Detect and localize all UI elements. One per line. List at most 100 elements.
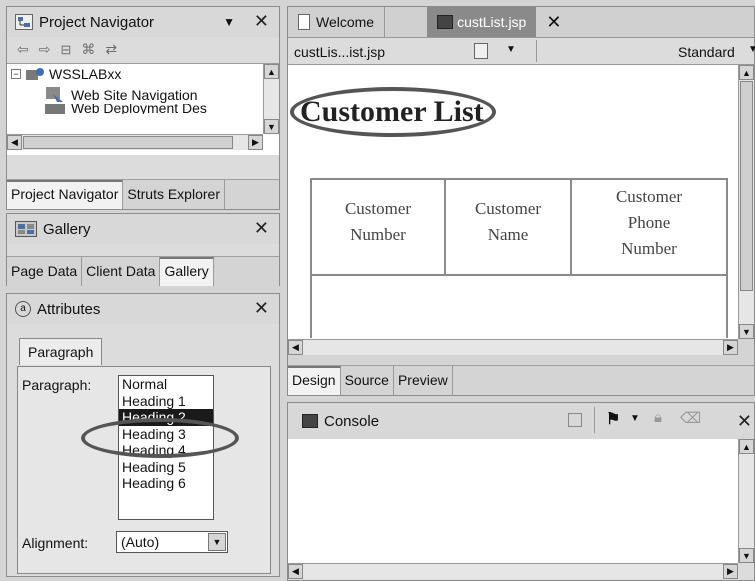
console-vertical-scrollbar[interactable]: ▲ ▼ (738, 439, 754, 563)
tab-source[interactable]: Source (341, 366, 394, 395)
dropdown-icon[interactable]: ▼ (208, 533, 226, 551)
tree-item-project[interactable]: − WSSLABxx (11, 66, 121, 82)
console-title: Console (324, 412, 380, 430)
scroll-left-icon[interactable]: ◀ (7, 135, 22, 150)
scroll-right-icon[interactable]: ▶ (723, 564, 738, 579)
tab-welcome[interactable]: Welcome (288, 7, 386, 37)
dropdown-icon[interactable]: ▼ (506, 44, 516, 55)
editor-pane: Welcome custList.jsp ✕ custLis...ist.jsp… (287, 6, 755, 396)
scroll-up-icon[interactable]: ▲ (264, 64, 279, 79)
scroll-down-icon[interactable]: ▼ (739, 324, 754, 339)
tab-design[interactable]: Design (288, 366, 341, 395)
console-titlebar: Console ⚑ ▼ 🔒︎ ⌫ ✕ (288, 403, 754, 439)
scroll-down-icon[interactable]: ▼ (739, 548, 754, 563)
sync-icon[interactable]: ⇄ (105, 41, 117, 58)
header-text: Customer (344, 199, 412, 218)
scroll-left-icon[interactable]: ◀ (288, 340, 303, 355)
alignment-label: Alignment: (22, 535, 89, 551)
clear-icon[interactable]: ⌫ (680, 409, 701, 427)
close-icon[interactable]: ✕ (737, 411, 752, 432)
list-option[interactable]: Normal (119, 376, 213, 393)
tree-collapse-icon[interactable]: − (11, 69, 21, 79)
scroll-right-icon[interactable]: ▶ (248, 135, 263, 150)
pin-icon[interactable] (568, 413, 582, 427)
list-option[interactable]: Heading 4 (119, 442, 213, 459)
close-icon[interactable]: ✕ (254, 218, 269, 239)
gallery-title: Gallery (43, 220, 91, 238)
tab-preview[interactable]: Preview (394, 366, 453, 395)
table-header-cell[interactable]: Customer Name (446, 180, 572, 274)
tree-vertical-scrollbar[interactable]: ▲ ▼ (263, 64, 279, 134)
list-option[interactable]: Heading 3 (119, 426, 213, 443)
editor-bottom-tabs: Design Source Preview (288, 365, 754, 395)
scroll-up-icon[interactable]: ▲ (739, 65, 754, 80)
display-console-icon[interactable]: ⚑ (606, 409, 620, 429)
tab-client-data[interactable]: Client Data (82, 257, 161, 286)
navigator-icon (15, 14, 33, 30)
paragraph-listbox[interactable]: Normal Heading 1 Heading 2 Heading 3 Hea… (118, 375, 214, 520)
lock-icon[interactable]: 🔒︎ (654, 409, 662, 426)
header-text: Customer (474, 199, 542, 218)
project-navigator-titlebar: Project Navigator ▼ ✕ (7, 7, 279, 37)
chevron-down-icon[interactable]: ▼ (748, 44, 755, 55)
gallery-tabs: Page Data Client Data Gallery (7, 256, 279, 286)
page-heading[interactable]: Customer List (300, 95, 484, 129)
close-icon[interactable]: ✕ (546, 12, 561, 33)
console-horizontal-scrollbar[interactable]: ◀ ▶ (288, 563, 738, 579)
tree-horizontal-scrollbar[interactable]: ◀ ▶ (7, 134, 263, 150)
tree-item-web-deployment[interactable]: Web Deployment Des (45, 104, 207, 114)
project-navigator-title: Project Navigator (39, 13, 155, 31)
table-header-cell[interactable]: Customer Number (312, 180, 446, 274)
scroll-down-icon[interactable]: ▼ (264, 119, 279, 134)
tree-item-label: Web Deployment Des (71, 104, 207, 114)
editor-vertical-scrollbar[interactable]: ▲ ▼ (738, 65, 754, 339)
scroll-thumb[interactable] (23, 136, 233, 149)
editor-tabs: Welcome custList.jsp ✕ (288, 7, 754, 37)
attributes-pane: a Attributes ✕ Paragraph Paragraph: Norm… (6, 293, 280, 577)
console-output[interactable] (288, 439, 740, 563)
gallery-icon (15, 221, 37, 237)
alignment-select[interactable]: (Auto) ▼ (116, 531, 228, 553)
tab-project-navigator[interactable]: Project Navigator (7, 180, 124, 209)
tab-page-data[interactable]: Page Data (7, 257, 83, 286)
paragraph-panel: Paragraph: Normal Heading 1 Heading 2 He… (17, 366, 271, 574)
tab-label: Welcome (316, 14, 375, 30)
toolbar-separator (536, 40, 537, 62)
navigator-toolbar: ⇦ ⇨ ⊟ ⌘ ⇄ (17, 41, 117, 58)
gallery-pane: Gallery ✕ Page Data Client Data Gallery (6, 213, 280, 286)
dropdown-icon[interactable]: ▼ (630, 413, 640, 424)
paragraph-label: Paragraph: (22, 377, 92, 393)
close-icon[interactable]: ✕ (254, 298, 269, 319)
mode-label[interactable]: Standard (678, 44, 735, 60)
project-navigator-pane: Project Navigator ▼ ✕ ⇦ ⇨ ⊟ ⌘ ⇄ − WSSLAB… (6, 6, 280, 210)
gallery-titlebar: Gallery ✕ (7, 214, 279, 244)
customer-table[interactable]: Customer Number Customer Name Customer P… (310, 178, 728, 276)
navigator-tree: − WSSLABxx Web Site Navigation Web Deplo… (7, 63, 279, 155)
tab-gallery[interactable]: Gallery (160, 257, 214, 286)
list-option[interactable]: Heading 5 (119, 459, 213, 476)
scroll-right-icon[interactable]: ▶ (723, 340, 738, 355)
table-header-cell[interactable]: Customer Phone Number (572, 180, 726, 274)
tab-custlist[interactable]: custList.jsp (427, 7, 537, 37)
design-canvas[interactable]: Customer List Customer Number Customer N… (288, 65, 740, 339)
tab-struts-explorer[interactable]: Struts Explorer (123, 180, 225, 209)
back-icon[interactable]: ⇦ (17, 41, 29, 58)
header-text: Customer (615, 187, 683, 206)
collapse-icon[interactable]: ⊟ (60, 42, 71, 58)
toolbar-separator (594, 407, 595, 433)
list-option[interactable]: Heading 6 (119, 475, 213, 492)
page-properties-icon[interactable] (474, 43, 488, 59)
scroll-left-icon[interactable]: ◀ (288, 564, 303, 579)
scroll-up-icon[interactable]: ▲ (739, 439, 754, 454)
editor-horizontal-scrollbar[interactable]: ◀ ▶ (288, 339, 738, 355)
link-icon[interactable]: ⌘ (81, 41, 95, 58)
paragraph-tab[interactable]: Paragraph (19, 338, 103, 365)
forward-icon[interactable]: ⇨ (39, 41, 51, 58)
tree-item-web-site-navigation[interactable]: Web Site Navigation (45, 86, 198, 104)
view-menu-icon[interactable]: ▼ (223, 15, 235, 29)
close-icon[interactable]: ✕ (254, 11, 269, 32)
scroll-thumb[interactable] (740, 81, 753, 291)
list-option-selected[interactable]: Heading 2 (119, 409, 213, 426)
list-option[interactable]: Heading 1 (119, 393, 213, 410)
deployment-icon (45, 104, 65, 114)
